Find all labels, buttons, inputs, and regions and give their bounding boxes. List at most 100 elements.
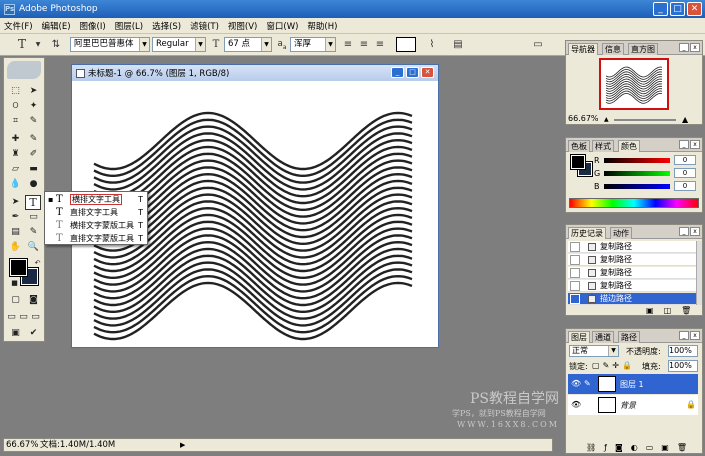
font-size-select[interactable]: 67 点 ▼: [224, 37, 272, 52]
opacity-input[interactable]: 100%: [668, 345, 698, 357]
history-source-box[interactable]: [570, 294, 580, 304]
document-title-bar[interactable]: 未标题-1 @ 66.7% (图层 1, RGB/8) _ □ ✕: [72, 65, 438, 81]
history-source-box[interactable]: [570, 268, 580, 278]
red-slider[interactable]: [604, 158, 670, 163]
tab-paths[interactable]: 路径: [618, 331, 640, 343]
panel-minimize-icon[interactable]: _: [679, 43, 689, 52]
tab-navigator[interactable]: 导航器: [568, 43, 598, 55]
history-source-box[interactable]: [570, 281, 580, 291]
panel-minimize-icon[interactable]: _: [679, 140, 689, 149]
history-item[interactable]: 复制路径: [568, 280, 696, 292]
menu-edit[interactable]: 编辑(E): [42, 20, 71, 32]
magic-wand-icon[interactable]: ✦: [26, 100, 41, 113]
minimize-button[interactable]: _: [653, 2, 668, 16]
doc-minimize-button[interactable]: _: [391, 67, 404, 78]
tab-channels[interactable]: 通道: [592, 331, 614, 343]
new-layer-icon[interactable]: ▣: [661, 443, 669, 452]
menu-filter[interactable]: 滤镜(T): [190, 20, 219, 32]
eye-icon[interactable]: 👁: [571, 379, 581, 388]
color-fg-swatch[interactable]: [570, 154, 586, 170]
status-zoom[interactable]: 66.67%: [6, 439, 38, 451]
tab-history[interactable]: 历史记录: [568, 227, 606, 239]
lock-image-icon[interactable]: ✎: [603, 361, 610, 370]
clone-stamp-icon[interactable]: ♜: [8, 148, 23, 161]
type-tool-icon[interactable]: T: [25, 195, 41, 210]
swap-colors-icon[interactable]: ↶: [30, 257, 45, 270]
eraser-icon[interactable]: ▱: [8, 163, 23, 176]
group-icon[interactable]: ▭: [646, 443, 654, 452]
align-left-icon[interactable]: ≡: [340, 37, 356, 52]
new-document-from-state-icon[interactable]: ▣: [646, 306, 654, 315]
tab-histogram[interactable]: 直方图: [628, 43, 658, 55]
layer-row-selected[interactable]: 👁 ✎ 图层 1: [568, 374, 698, 394]
tab-styles[interactable]: 样式: [592, 140, 614, 152]
status-menu-arrow-icon[interactable]: ▶: [180, 439, 185, 451]
lock-position-icon[interactable]: ✛: [612, 361, 619, 370]
menu-layer[interactable]: 图层(L): [115, 20, 143, 32]
mask-icon[interactable]: ◙: [615, 443, 623, 452]
doc-maximize-button[interactable]: □: [406, 67, 419, 78]
file-browser-icon[interactable]: ▭: [530, 37, 546, 52]
panel-close-icon[interactable]: x: [690, 43, 700, 52]
trash-icon[interactable]: 🗑: [681, 306, 691, 315]
new-snapshot-icon[interactable]: ◫: [664, 306, 672, 315]
zoom-icon[interactable]: 🔍: [26, 241, 41, 254]
menu-file[interactable]: 文件(F): [4, 20, 33, 32]
layer-style-icon[interactable]: ƒ: [604, 443, 607, 452]
tab-layers[interactable]: 图层: [568, 331, 590, 343]
healing-brush-icon[interactable]: ✚: [8, 133, 23, 146]
panel-close-icon[interactable]: x: [690, 331, 700, 340]
rectangle-shape-icon[interactable]: ▭: [26, 211, 41, 224]
marquee-icon[interactable]: ⬚: [8, 85, 23, 98]
quick-mask-icon[interactable]: ◙: [26, 294, 41, 307]
lock-transparent-icon[interactable]: ▢: [592, 361, 600, 370]
font-family-select[interactable]: 阿里巴巴普惠体 ▼: [70, 37, 150, 52]
blue-value[interactable]: 0: [674, 181, 696, 191]
align-right-icon[interactable]: ≡: [372, 37, 388, 52]
navigator-thumbnail[interactable]: [599, 58, 669, 110]
tab-color[interactable]: 颜色: [618, 140, 640, 152]
history-item[interactable]: 复制路径: [568, 267, 696, 279]
zoom-out-icon[interactable]: ▲: [604, 116, 609, 123]
trash-icon[interactable]: 🗑: [677, 443, 687, 452]
adjustment-icon[interactable]: ◐: [631, 443, 638, 452]
imageready-icon[interactable]: ▣: [8, 327, 23, 340]
tab-actions[interactable]: 动作: [610, 227, 632, 239]
color-spectrum-bar[interactable]: [569, 198, 699, 208]
tool-preset-button[interactable]: T: [14, 37, 30, 52]
gradient-icon[interactable]: ▬: [26, 163, 41, 176]
align-center-icon[interactable]: ≡: [356, 37, 372, 52]
green-slider[interactable]: [604, 171, 670, 176]
blur-icon[interactable]: 💧: [8, 178, 23, 191]
font-style-select[interactable]: Regular ▼: [152, 37, 206, 52]
brush-link-icon[interactable]: ✎: [584, 379, 591, 388]
lasso-icon[interactable]: ଠ: [8, 100, 23, 113]
navigator-zoom[interactable]: 66.67%: [568, 114, 599, 123]
menu-select[interactable]: 选择(S): [152, 20, 181, 32]
history-scrollbar[interactable]: [696, 241, 702, 305]
text-color-swatch[interactable]: [396, 37, 416, 52]
screen-mode-standard-icon[interactable]: ▭: [6, 311, 17, 324]
chevron-down-icon[interactable]: ▼: [30, 37, 46, 52]
panel-minimize-icon[interactable]: _: [679, 227, 689, 236]
doc-close-button[interactable]: ✕: [421, 67, 434, 78]
notes-icon[interactable]: ▤: [8, 226, 23, 239]
history-item[interactable]: 复制路径: [568, 254, 696, 266]
history-item-selected[interactable]: 描边路径: [568, 293, 696, 305]
horizontal-type-mask-tool-item[interactable]: T 横排文字蒙版工具 T: [45, 220, 147, 232]
menu-help[interactable]: 帮助(H): [307, 20, 337, 32]
crop-icon[interactable]: ⌗: [8, 115, 23, 128]
history-brush-icon[interactable]: ✐: [26, 148, 41, 161]
history-item[interactable]: 复制路径: [568, 241, 696, 253]
history-source-box[interactable]: [570, 255, 580, 265]
panel-minimize-icon[interactable]: _: [679, 331, 689, 340]
tab-swatches[interactable]: 色板: [568, 140, 590, 152]
red-value[interactable]: 0: [674, 155, 696, 165]
default-colors-icon[interactable]: ■: [7, 277, 22, 290]
menu-view[interactable]: 视图(V): [228, 20, 257, 32]
history-source-box[interactable]: [570, 242, 580, 252]
panel-close-icon[interactable]: x: [690, 227, 700, 236]
tab-info[interactable]: 信息: [602, 43, 624, 55]
screen-mode-full-icon[interactable]: ▭: [30, 311, 41, 324]
brush-icon[interactable]: ✎: [26, 133, 41, 146]
